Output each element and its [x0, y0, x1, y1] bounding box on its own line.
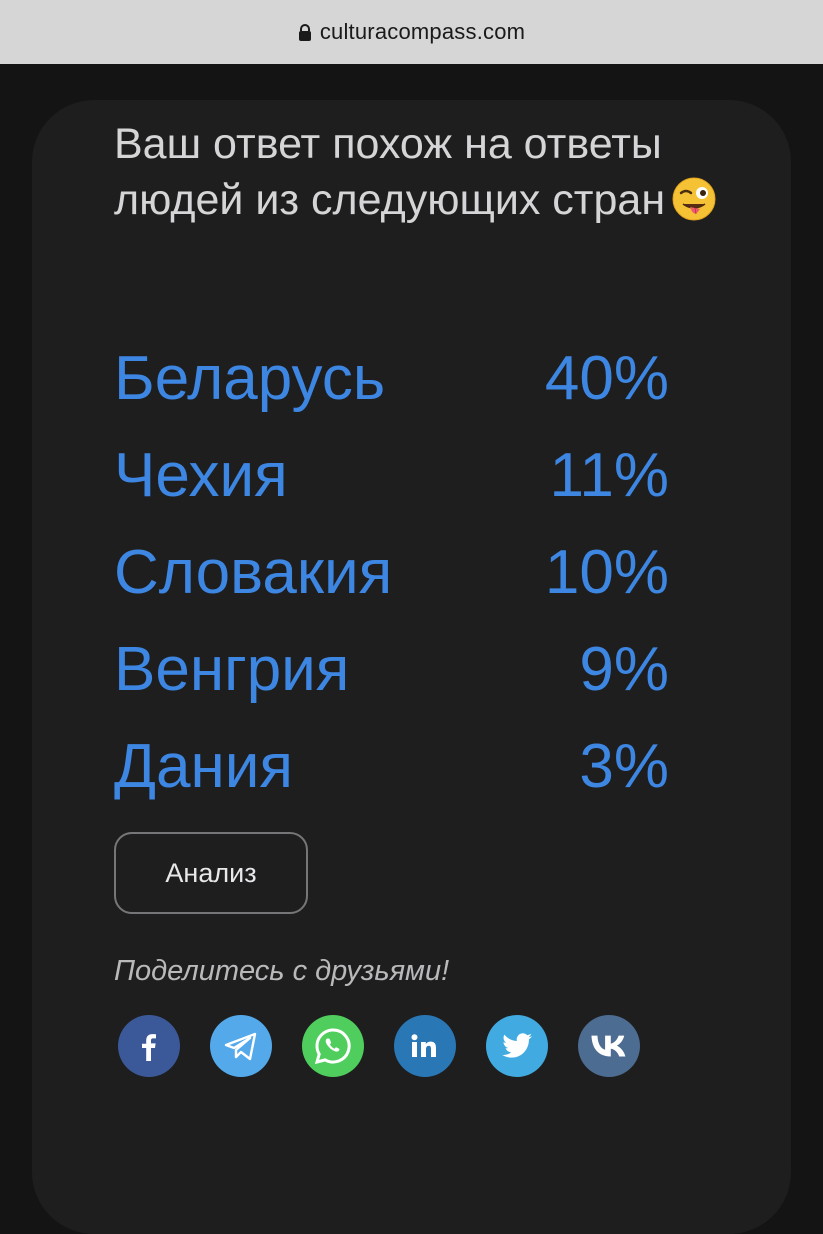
- country-name: Дания: [114, 732, 293, 801]
- country-percent: 40%: [544, 344, 669, 413]
- twitter-icon: [502, 1032, 532, 1058]
- country-name: Беларусь: [114, 344, 386, 413]
- country-percent: 3%: [579, 732, 669, 801]
- analysis-button-label: Анализ: [165, 857, 257, 888]
- linkedin-share-button[interactable]: [394, 1015, 456, 1077]
- analysis-button[interactable]: Анализ: [114, 832, 308, 914]
- country-percent: 11%: [549, 441, 670, 510]
- whatsapp-icon: [314, 1028, 351, 1065]
- browser-url-bar[interactable]: culturacompass.com: [0, 0, 823, 64]
- result-headline: Ваш ответ похож на ответы людей из следу…: [114, 116, 734, 228]
- share-label: Поделитесь с друзьями!: [114, 955, 450, 987]
- country-name: Словакия: [114, 538, 393, 607]
- lock-icon: [298, 23, 311, 41]
- result-row: Словакия 10%: [114, 524, 669, 621]
- winking-face-with-tongue-icon: [672, 177, 716, 221]
- telegram-icon: [224, 1032, 257, 1061]
- country-name: Венгрия: [114, 635, 350, 704]
- linkedin-icon: [411, 1034, 436, 1057]
- facebook-icon: [142, 1034, 156, 1061]
- vk-icon: [591, 1035, 626, 1057]
- result-row: Дания 3%: [114, 718, 669, 815]
- headline-text: Ваш ответ похож на ответы людей из следу…: [114, 120, 666, 224]
- country-percent: 9%: [579, 635, 669, 704]
- facebook-share-button[interactable]: [118, 1015, 180, 1077]
- share-buttons: [118, 1015, 640, 1077]
- country-percent: 10%: [544, 538, 669, 607]
- twitter-share-button[interactable]: [486, 1015, 548, 1077]
- country-name: Чехия: [114, 441, 288, 510]
- result-row: Беларусь 40%: [114, 330, 669, 427]
- url-text: culturacompass.com: [319, 19, 526, 44]
- country-results-list: Беларусь 40% Чехия 11% Словакия 10% Венг…: [114, 330, 669, 815]
- result-row: Венгрия 9%: [114, 621, 669, 718]
- whatsapp-share-button[interactable]: [302, 1015, 364, 1077]
- telegram-share-button[interactable]: [210, 1015, 272, 1077]
- vk-share-button[interactable]: [578, 1015, 640, 1077]
- result-row: Чехия 11%: [114, 427, 669, 524]
